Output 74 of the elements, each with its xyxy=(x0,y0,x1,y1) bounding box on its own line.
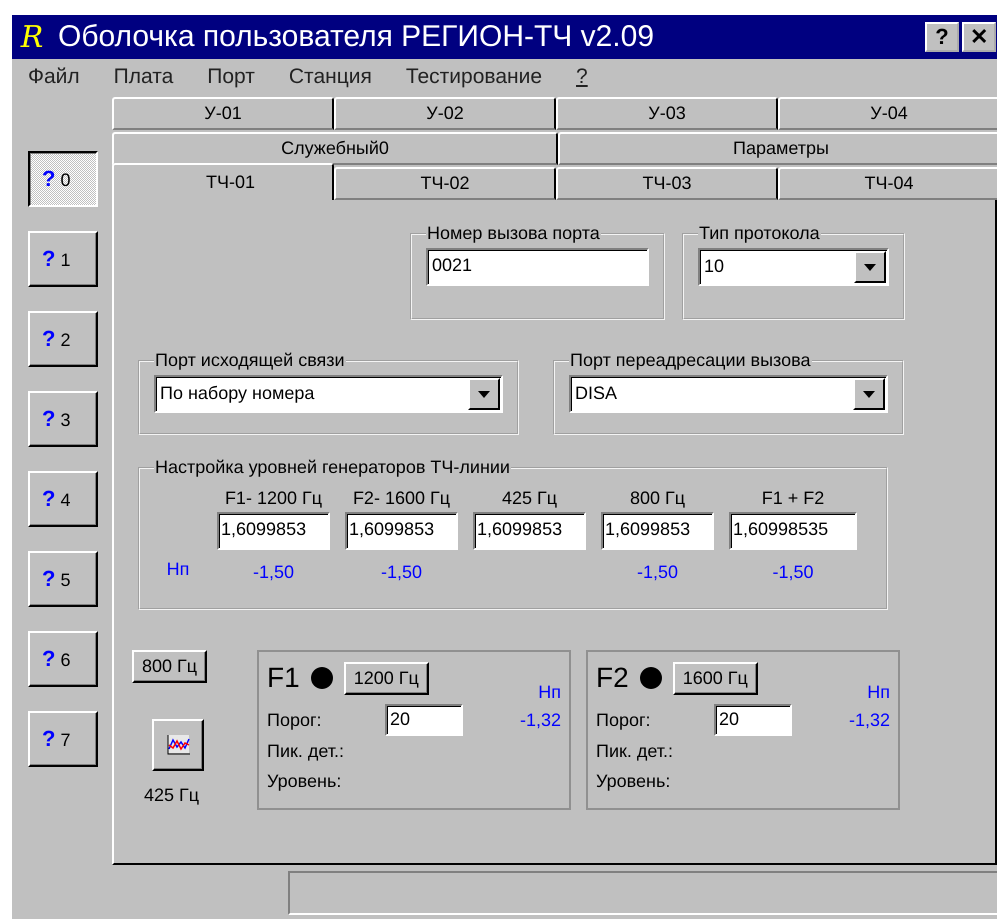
tab[interactable]: У-04 xyxy=(778,97,997,130)
help-button[interactable]: ? xyxy=(925,22,959,52)
detector-name: F1 xyxy=(267,662,300,694)
port-button[interactable]: ? 4 xyxy=(28,471,98,527)
tab[interactable]: У-03 xyxy=(556,97,778,130)
chart-button[interactable] xyxy=(152,719,204,771)
dropdown[interactable]: 10 xyxy=(698,248,889,286)
menu-item[interactable]: Плата xyxy=(114,65,174,89)
field-label: Уровень: xyxy=(267,770,342,793)
field-label: Пик. дет.: xyxy=(596,740,674,763)
tab[interactable]: У-02 xyxy=(334,97,556,130)
unit-label: Нп xyxy=(538,682,561,703)
frequency-button[interactable]: 800 Гц xyxy=(132,650,208,683)
port-button[interactable]: ? 7 xyxy=(28,711,98,767)
input-field[interactable]: 1,6099853 xyxy=(217,512,330,550)
group-title: Номер вызова порта xyxy=(426,223,601,244)
frequency-label: 425 Гц xyxy=(144,785,200,806)
field-label: Порог: xyxy=(596,708,652,732)
port-button[interactable]: ? 3 xyxy=(28,391,98,447)
window-title: Оболочка пользователя РЕГИОН-ТЧ v2.09 xyxy=(58,20,654,54)
field-label: Пик. дет.: xyxy=(267,740,346,763)
tab[interactable]: Служебный0 xyxy=(112,132,558,165)
tab[interactable]: У-01 xyxy=(112,97,334,130)
frequency-label: F2- 1600 Гц xyxy=(352,488,450,510)
unit-label: Нп xyxy=(166,559,190,580)
level-reading: -1,50 xyxy=(772,562,814,583)
field-label: Порог: xyxy=(267,708,323,732)
input-field[interactable]: 0021 xyxy=(426,248,649,286)
frequency-label: F1 + F2 xyxy=(762,488,824,510)
input-field[interactable]: 1,6099853 xyxy=(345,512,458,550)
level-reading: -1,50 xyxy=(380,562,422,583)
group-title: Настройка уровней генераторов ТЧ-линии xyxy=(154,457,511,478)
input-field[interactable]: 1,6099853 xyxy=(473,512,586,550)
group-title: Порт переадресации вызова xyxy=(569,350,812,371)
frequency-label: 425 Гц xyxy=(502,488,558,510)
menu-item[interactable]: Порт xyxy=(207,65,255,89)
unit-label: Нп xyxy=(867,682,890,703)
tab[interactable]: ТЧ-03 xyxy=(556,167,778,200)
detector-name: F2 xyxy=(596,662,629,694)
group-title: Тип протокола xyxy=(698,223,821,244)
frequency-label: F1- 1200 Гц xyxy=(224,488,322,510)
field-label: Уровень: xyxy=(596,770,672,793)
level-reading: -1,50 xyxy=(636,562,678,583)
port-button[interactable]: ? 2 xyxy=(28,311,98,367)
input-field[interactable]: 1,6099853 xyxy=(601,512,714,550)
port-button[interactable]: ? 5 xyxy=(28,551,98,607)
indicator-icon xyxy=(310,666,334,690)
tab[interactable]: ТЧ-02 xyxy=(334,167,556,200)
tab[interactable]: Параметры xyxy=(558,132,997,165)
menu-item[interactable]: Тестирование xyxy=(406,65,542,89)
menu-item[interactable]: Станция xyxy=(288,65,372,89)
chart-icon xyxy=(165,733,191,757)
frequency-button[interactable]: 1200 Гц xyxy=(344,662,429,694)
level-reading: -1,32 xyxy=(848,710,890,731)
tab[interactable]: ТЧ-01 xyxy=(112,163,334,200)
menu-item[interactable]: ? xyxy=(576,65,588,89)
level-reading: -1,32 xyxy=(520,710,561,731)
port-button[interactable]: ? 1 xyxy=(28,231,98,287)
close-button[interactable]: ✕ xyxy=(962,22,996,52)
port-button[interactable]: ? 0 xyxy=(28,151,98,207)
level-reading: -1,50 xyxy=(252,562,294,583)
app-logo: R xyxy=(19,20,44,54)
menu-item[interactable]: Файл xyxy=(28,65,80,89)
input-field[interactable]: 20 xyxy=(714,704,792,736)
input-field[interactable]: 1,60998535 xyxy=(729,512,857,550)
frequency-label: 800 Гц xyxy=(630,488,686,510)
indicator-icon xyxy=(638,666,663,690)
dropdown[interactable]: DISA xyxy=(569,375,888,413)
frequency-button[interactable]: 1600 Гц xyxy=(672,662,758,694)
input-field[interactable]: 20 xyxy=(385,704,463,736)
dropdown[interactable]: По набору номера xyxy=(154,375,503,413)
tab[interactable]: ТЧ-04 xyxy=(778,167,997,200)
port-button[interactable]: ? 6 xyxy=(28,631,98,687)
group-title: Порт исходящей связи xyxy=(154,350,346,371)
